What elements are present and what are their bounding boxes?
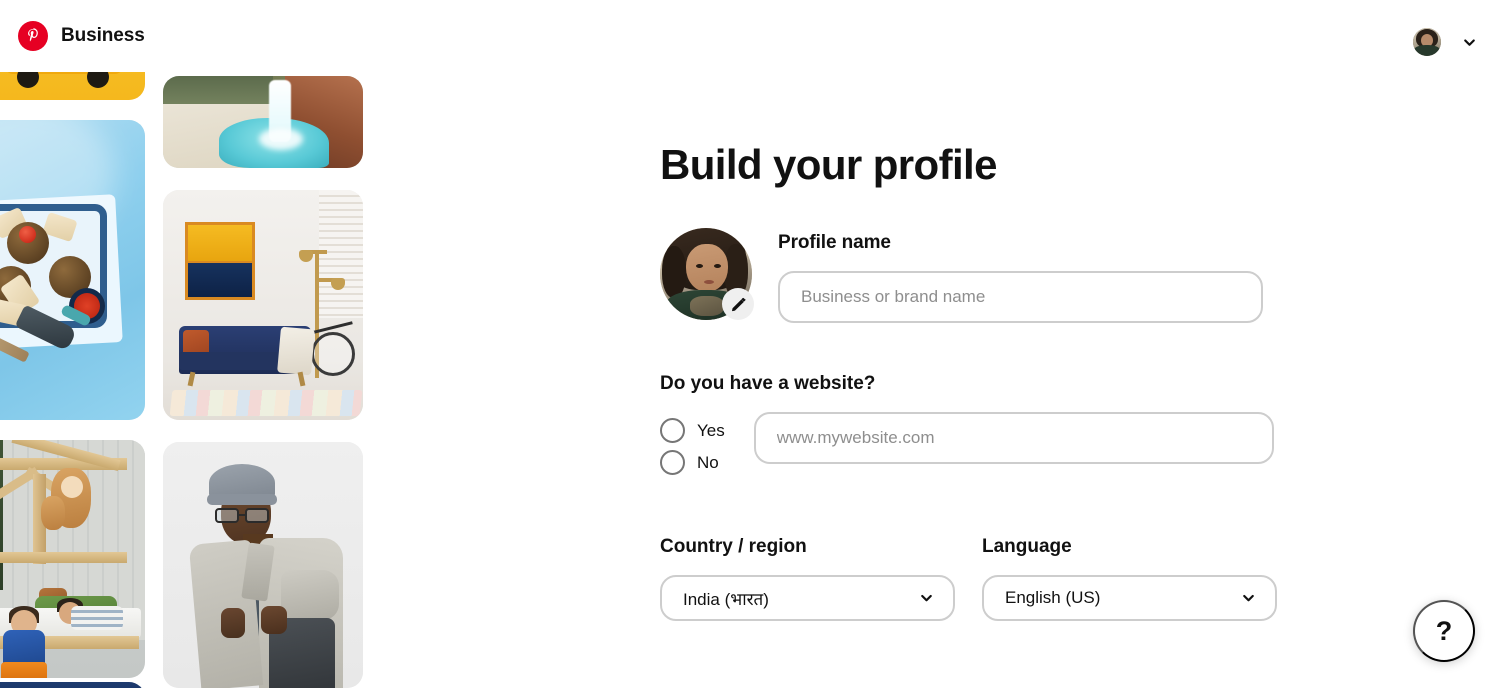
website-heading: Do you have a website? — [660, 373, 1274, 395]
account-menu-chevron-down-icon[interactable] — [1460, 33, 1478, 51]
help-button[interactable]: ? — [1413, 600, 1475, 662]
website-radio-no-label: No — [697, 453, 719, 473]
page-title: Build your profile — [660, 141, 997, 189]
living-room-image — [163, 190, 363, 420]
country-region-label: Country / region — [660, 536, 955, 558]
profile-name-field-group: Profile name — [778, 228, 1263, 323]
bunk-bed-kids-image — [0, 440, 145, 678]
language-value: English (US) — [1005, 588, 1100, 608]
website-url-input[interactable] — [754, 412, 1274, 464]
radio-circle-icon — [660, 450, 685, 475]
waterfall-image — [163, 76, 363, 168]
country-region-value: India (भारत) — [683, 587, 769, 610]
language-label: Language — [982, 536, 1277, 558]
pinterest-logo-icon — [18, 21, 48, 51]
chevron-down-icon — [1240, 590, 1257, 607]
website-section: Do you have a website? Yes No — [660, 373, 1274, 475]
pencil-icon[interactable] — [722, 288, 754, 320]
language-field-group: Language English (US) — [982, 536, 1277, 621]
image-collage — [0, 0, 380, 688]
website-radio-group: Yes No — [660, 412, 725, 475]
radio-circle-icon — [660, 418, 685, 443]
website-body: Yes No — [660, 412, 1274, 475]
website-radio-yes[interactable]: Yes — [660, 418, 725, 443]
locale-selects-row: Country / region India (भारत) Language E… — [660, 536, 1277, 621]
language-select[interactable]: English (US) — [982, 575, 1277, 621]
profile-avatar-uploader[interactable] — [660, 228, 752, 320]
brand-logo-link[interactable]: Business — [18, 21, 145, 51]
website-radio-yes-label: Yes — [697, 421, 725, 441]
food-flatlay-image — [0, 120, 145, 420]
profile-name-input[interactable] — [778, 271, 1263, 323]
profile-name-label: Profile name — [778, 232, 1263, 254]
website-radio-no[interactable]: No — [660, 450, 725, 475]
country-region-select[interactable]: India (भारत) — [660, 575, 955, 621]
fashion-man-image — [163, 442, 363, 688]
brand-label: Business — [61, 25, 145, 47]
navy-image — [0, 682, 145, 688]
app-header: Business — [0, 0, 1500, 72]
profile-name-section: Profile name — [660, 228, 1263, 323]
chevron-down-icon — [918, 590, 935, 607]
header-account-area — [1413, 28, 1478, 56]
country-region-field-group: Country / region India (भारत) — [660, 536, 955, 621]
header-avatar[interactable] — [1413, 28, 1441, 56]
